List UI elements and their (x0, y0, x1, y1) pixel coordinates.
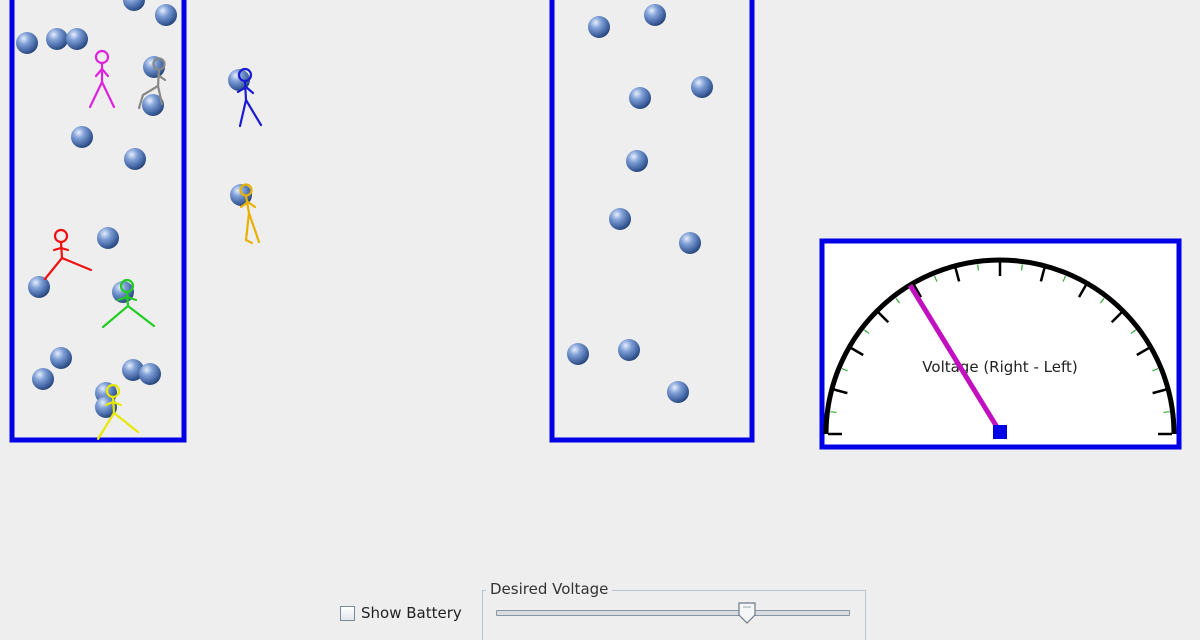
charge-ball (609, 208, 631, 230)
right-charges (567, 4, 713, 403)
charge-ball (16, 32, 38, 54)
minor-tick (830, 411, 837, 414)
desired-voltage-legend: Desired Voltage (486, 580, 613, 598)
show-battery-checkbox[interactable]: Show Battery (340, 604, 462, 622)
charge-ball (124, 148, 146, 170)
charge-ball (66, 28, 88, 50)
red-person-icon (43, 228, 93, 281)
charge-ball (588, 16, 610, 38)
charge-ball (71, 126, 93, 148)
charge-ball (155, 4, 177, 26)
voltmeter-label: Voltage (Right - Left) (922, 358, 1077, 376)
minor-tick (977, 264, 980, 271)
right-battery-container (549, 0, 755, 443)
charge-ball (644, 4, 666, 26)
charge-ball (97, 227, 119, 249)
desired-voltage-slider-thumb[interactable] (738, 602, 756, 624)
charge-ball (567, 343, 589, 365)
charge-ball (679, 232, 701, 254)
desired-voltage-slider-track[interactable] (496, 610, 850, 616)
charge-ball (626, 150, 648, 172)
minor-tick (1163, 411, 1170, 414)
charge-ball (139, 363, 161, 385)
magenta-person-icon (88, 49, 116, 109)
charge-ball (50, 347, 72, 369)
minor-tick (1020, 264, 1023, 271)
needle-pivot (993, 425, 1007, 439)
charge-ball (32, 368, 54, 390)
simulation-canvas: Voltage (Right - Left) (9, 0, 1182, 450)
charge-ball (691, 76, 713, 98)
charge-ball (46, 28, 68, 50)
checkbox-box[interactable] (340, 605, 355, 621)
charge-ball (667, 381, 689, 403)
voltmeter: Voltage (Right - Left) (819, 238, 1182, 450)
charge-ball (618, 339, 640, 361)
show-battery-label: Show Battery (361, 604, 462, 622)
charge-ball (629, 87, 651, 109)
charge-ball (28, 276, 50, 298)
charge-ball (123, 0, 145, 11)
